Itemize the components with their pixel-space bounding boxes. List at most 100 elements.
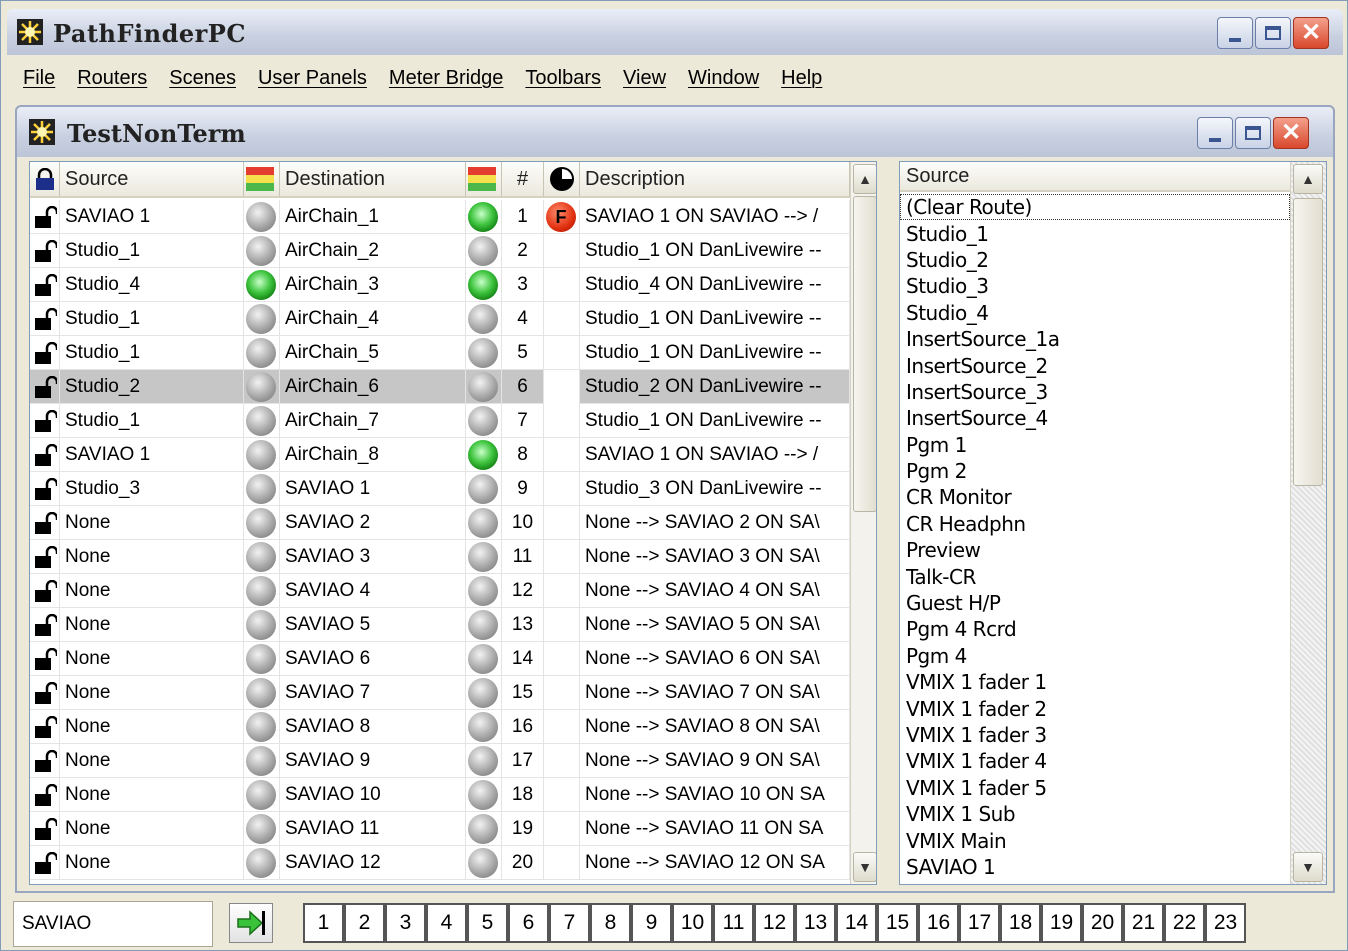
list-item[interactable]: Talk-CR <box>900 563 1290 589</box>
list-item[interactable]: SAVIAO 1 <box>900 854 1290 880</box>
description-cell[interactable]: None --> SAVIAO 9 ON SA\ <box>580 744 850 778</box>
list-item[interactable]: Studio_2 <box>900 247 1290 273</box>
close-button[interactable]: ✕ <box>1293 17 1329 49</box>
panel-maximize-button[interactable] <box>1235 117 1271 149</box>
table-row[interactable]: Studio_4 AirChain_3 3 Studio_4 ON DanLivewi… <box>30 268 850 302</box>
list-item[interactable]: Pgm 4 <box>900 643 1290 669</box>
table-row[interactable]: Studio_1 AirChain_4 4 Studio_1 ON DanLivewi… <box>30 302 850 336</box>
destination-cell[interactable]: SAVIAO 3 <box>280 540 466 574</box>
source-cell[interactable]: SAVIAO 1 <box>60 438 244 472</box>
source-column-header[interactable]: Source <box>60 162 244 198</box>
page-button-12[interactable]: 12 <box>754 903 795 943</box>
list-item[interactable]: Preview <box>900 537 1290 563</box>
list-item[interactable]: VMIX 1 fader 5 <box>900 775 1290 801</box>
source-cell[interactable]: None <box>60 574 244 608</box>
list-item[interactable]: VMIX 1 fader 1 <box>900 669 1290 695</box>
lock-cell[interactable] <box>30 710 60 744</box>
page-button-3[interactable]: 3 <box>385 903 426 943</box>
time-column-header[interactable] <box>544 162 580 198</box>
table-row[interactable]: None SAVIAO 2 10 None --> SAVIAO 2 ON SA\ <box>30 506 850 540</box>
table-row[interactable]: None SAVIAO 12 20 None --> SAVIAO 12 ON SA <box>30 846 850 880</box>
menu-view[interactable]: View <box>623 67 666 90</box>
source-cell[interactable]: Studio_4 <box>60 268 244 302</box>
destination-cell[interactable]: SAVIAO 10 <box>280 778 466 812</box>
menu-help[interactable]: Help <box>781 67 822 90</box>
destination-meter-header[interactable] <box>466 162 502 198</box>
source-cell[interactable]: None <box>60 710 244 744</box>
destination-cell[interactable]: SAVIAO 5 <box>280 608 466 642</box>
list-scroll-thumb[interactable] <box>1293 198 1323 486</box>
lock-cell[interactable] <box>30 778 60 812</box>
maximize-button[interactable] <box>1255 17 1291 49</box>
list-item[interactable]: VMIX 1 fader 2 <box>900 695 1290 721</box>
list-item[interactable]: VMIX 1 fader 3 <box>900 722 1290 748</box>
destination-cell[interactable]: AirChain_7 <box>280 404 466 438</box>
list-item[interactable]: VMIX 1 Sub <box>900 801 1290 827</box>
title-bar[interactable]: PathFinderPC ✕ <box>7 9 1343 55</box>
source-cell[interactable]: None <box>60 676 244 710</box>
description-cell[interactable]: Studio_3 ON DanLivewire -- <box>580 472 850 506</box>
table-row[interactable]: None SAVIAO 9 17 None --> SAVIAO 9 ON SA\ <box>30 744 850 778</box>
page-button-18[interactable]: 18 <box>1000 903 1041 943</box>
page-button-9[interactable]: 9 <box>631 903 672 943</box>
destination-cell[interactable]: SAVIAO 12 <box>280 846 466 880</box>
source-cell[interactable]: None <box>60 506 244 540</box>
table-row[interactable]: None SAVIAO 5 13 None --> SAVIAO 5 ON SA\ <box>30 608 850 642</box>
list-item[interactable]: InsertSource_4 <box>900 405 1290 431</box>
lock-cell[interactable] <box>30 472 60 506</box>
page-button-17[interactable]: 17 <box>959 903 1000 943</box>
menu-scenes[interactable]: Scenes <box>169 67 236 90</box>
table-row[interactable]: Studio_1 AirChain_7 7 Studio_1 ON DanLivewi… <box>30 404 850 438</box>
list-item[interactable]: VMIX Main <box>900 827 1290 853</box>
list-scroll-down-button[interactable]: ▼ <box>1293 852 1323 882</box>
list-item[interactable]: (Clear Route) <box>900 194 1290 221</box>
scroll-up-button[interactable]: ▲ <box>853 164 876 194</box>
lock-cell[interactable] <box>30 438 60 472</box>
source-cell[interactable]: None <box>60 812 244 846</box>
source-list-header[interactable]: Source <box>900 162 1290 192</box>
grid-scrollbar[interactable]: ▲ ▼ <box>850 162 876 884</box>
destination-cell[interactable]: SAVIAO 7 <box>280 676 466 710</box>
description-cell[interactable]: Studio_4 ON DanLivewire -- <box>580 268 850 302</box>
source-cell[interactable]: None <box>60 540 244 574</box>
list-item[interactable]: InsertSource_3 <box>900 379 1290 405</box>
table-row[interactable]: None SAVIAO 8 16 None --> SAVIAO 8 ON SA\ <box>30 710 850 744</box>
lock-cell[interactable] <box>30 370 60 404</box>
list-item[interactable]: Pgm 4 Rcrd <box>900 616 1290 642</box>
list-item[interactable]: Studio_4 <box>900 300 1290 326</box>
description-cell[interactable]: None --> SAVIAO 10 ON SA <box>580 778 850 812</box>
page-button-22[interactable]: 22 <box>1164 903 1205 943</box>
list-scroll-up-button[interactable]: ▲ <box>1293 164 1323 194</box>
list-item[interactable]: VMIX 1 fader 4 <box>900 748 1290 774</box>
source-cell[interactable]: None <box>60 846 244 880</box>
table-row[interactable]: SAVIAO 1 AirChain_8 8 SAVIAO 1 ON SAVIAO --… <box>30 438 850 472</box>
destination-cell[interactable]: AirChain_6 <box>280 370 466 404</box>
destination-cell[interactable]: AirChain_2 <box>280 234 466 268</box>
menu-meter-bridge[interactable]: Meter Bridge <box>389 67 504 90</box>
lock-cell[interactable] <box>30 642 60 676</box>
page-button-4[interactable]: 4 <box>426 903 467 943</box>
description-cell[interactable]: None --> SAVIAO 7 ON SA\ <box>580 676 850 710</box>
source-cell[interactable]: Studio_2 <box>60 370 244 404</box>
destination-cell[interactable]: AirChain_8 <box>280 438 466 472</box>
destination-cell[interactable]: SAVIAO 6 <box>280 642 466 676</box>
lock-cell[interactable] <box>30 404 60 438</box>
description-cell[interactable]: Studio_2 ON DanLivewire -- <box>580 370 850 404</box>
lock-cell[interactable] <box>30 268 60 302</box>
panel-title-bar[interactable]: TestNonTerm ✕ <box>17 107 1333 157</box>
page-button-6[interactable]: 6 <box>508 903 549 943</box>
lock-cell[interactable] <box>30 302 60 336</box>
menu-file[interactable]: File <box>23 67 55 90</box>
source-cell[interactable]: Studio_1 <box>60 404 244 438</box>
table-row[interactable]: None SAVIAO 4 12 None --> SAVIAO 4 ON SA\ <box>30 574 850 608</box>
list-item[interactable]: InsertSource_1a <box>900 326 1290 352</box>
source-cell[interactable]: Studio_3 <box>60 472 244 506</box>
table-row[interactable]: Studio_1 AirChain_2 2 Studio_1 ON DanLivewi… <box>30 234 850 268</box>
menu-window[interactable]: Window <box>688 67 759 90</box>
menu-toolbars[interactable]: Toolbars <box>525 67 601 90</box>
source-cell[interactable]: SAVIAO 1 <box>60 200 244 234</box>
source-cell[interactable]: Studio_1 <box>60 336 244 370</box>
list-item[interactable]: CR Headphn <box>900 511 1290 537</box>
table-row[interactable]: None SAVIAO 7 15 None --> SAVIAO 7 ON SA\ <box>30 676 850 710</box>
page-button-23[interactable]: 23 <box>1205 903 1246 943</box>
